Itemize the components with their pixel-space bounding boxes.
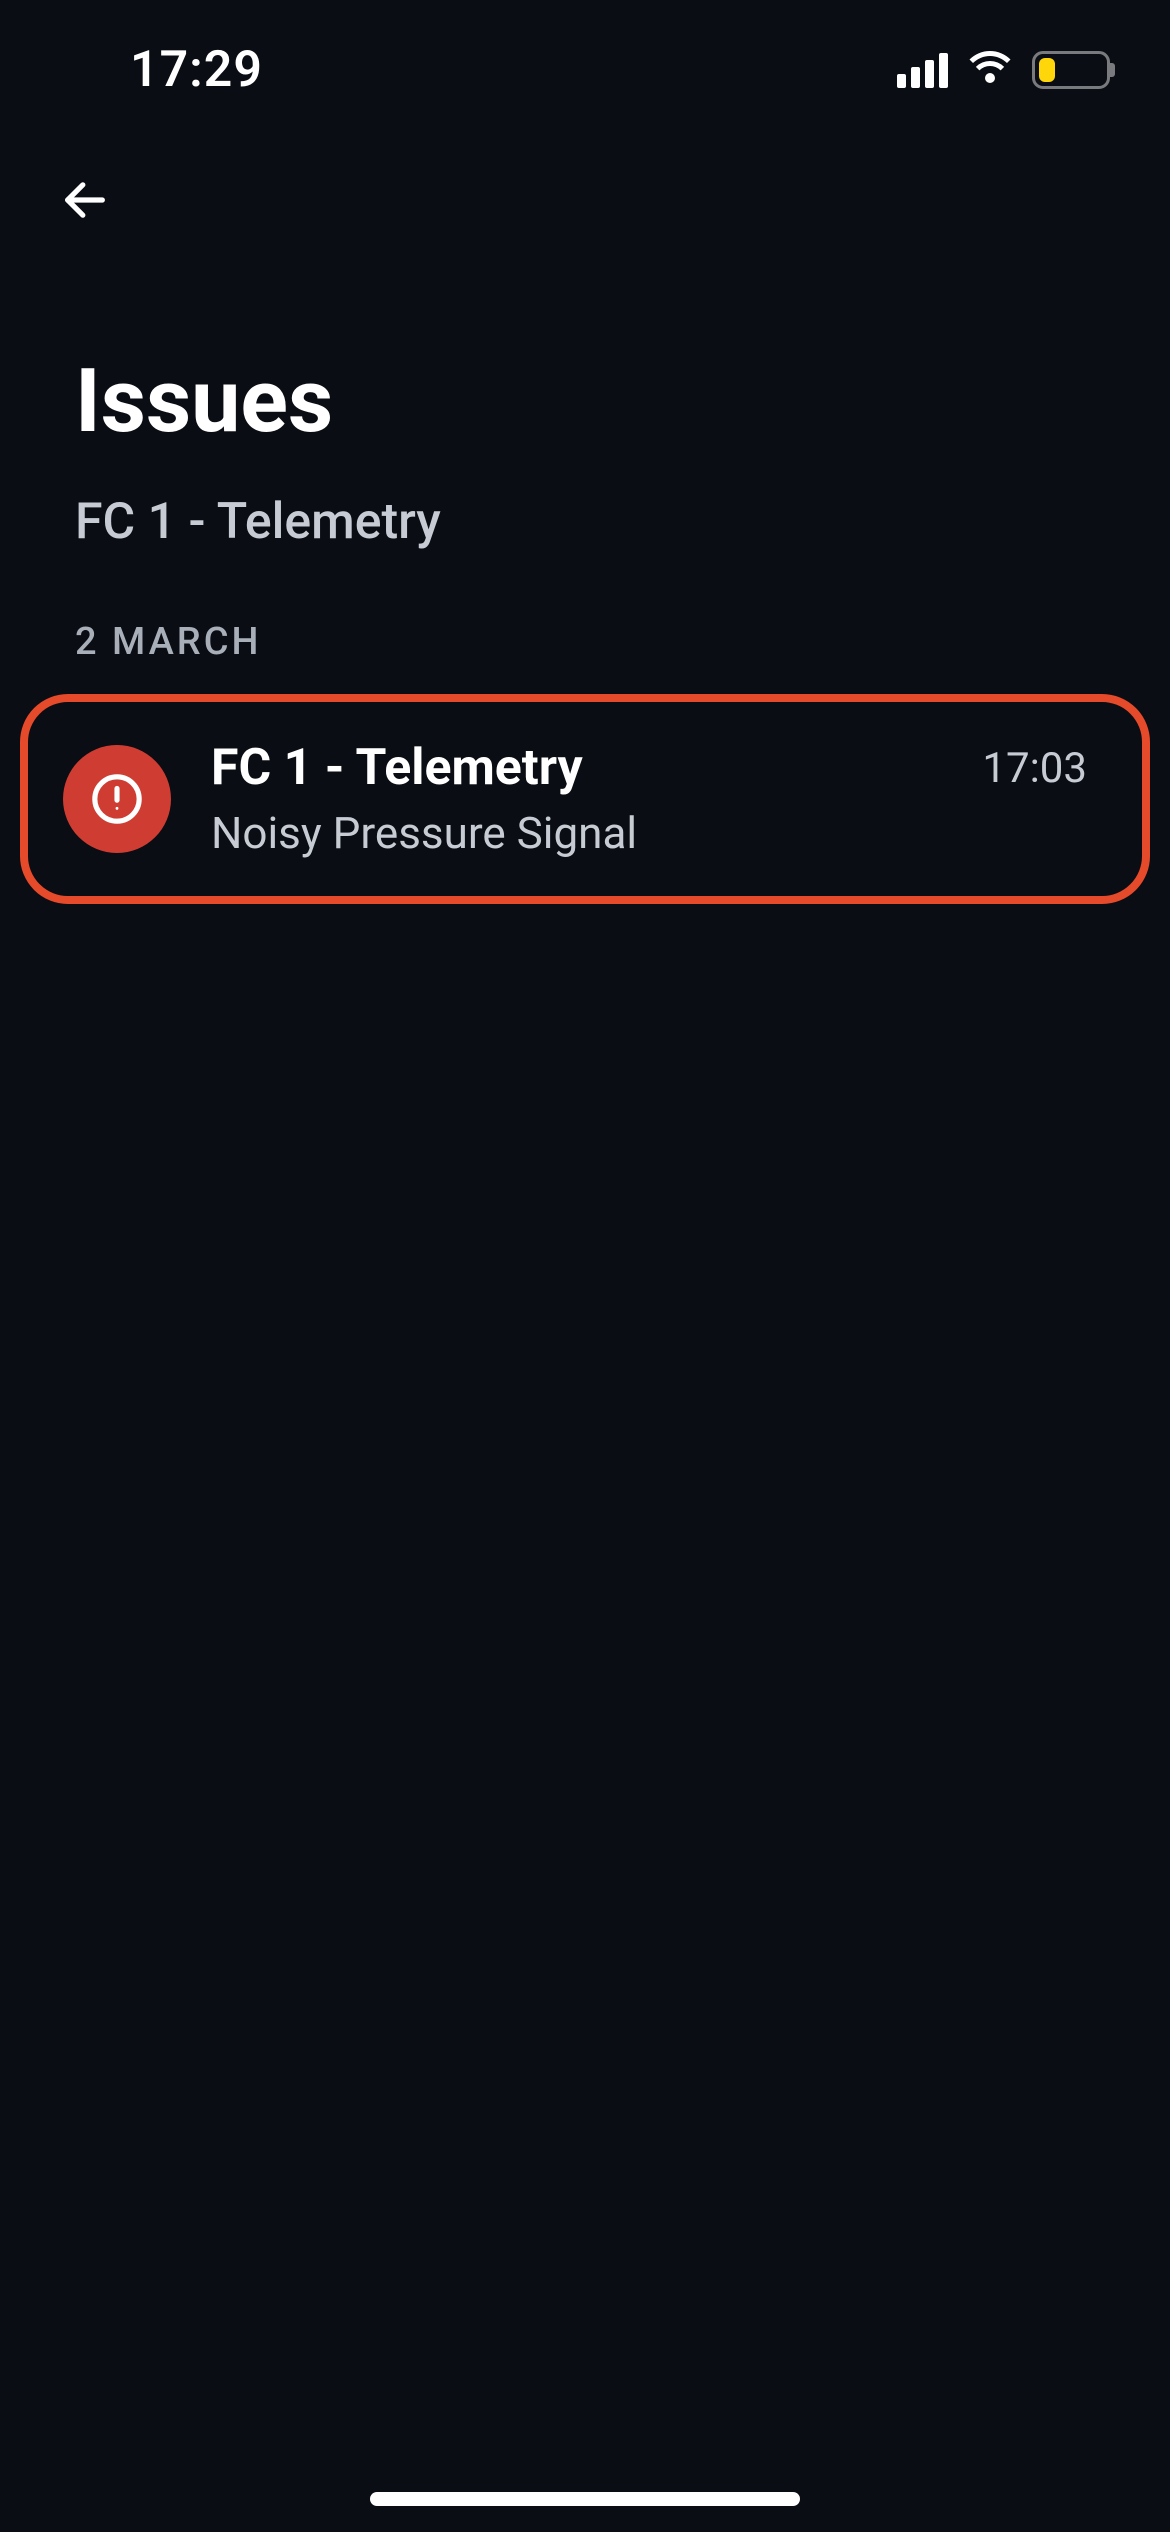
arrow-left-icon — [59, 174, 111, 226]
page-title: Issues — [75, 350, 1095, 453]
issue-time: 17:03 — [982, 744, 1087, 793]
issue-body: FC 1 - Telemetry Noisy Pressure Signal — [211, 739, 942, 859]
page-header: Issues FC 1 - Telemetry — [75, 350, 1095, 551]
status-indicators — [897, 51, 1110, 89]
issue-card[interactable]: FC 1 - Telemetry Noisy Pressure Signal 1… — [20, 694, 1150, 904]
page-subtitle: FC 1 - Telemetry — [75, 493, 1095, 551]
issue-description: Noisy Pressure Signal — [211, 807, 942, 859]
alert-badge — [63, 745, 171, 853]
status-bar: 17:29 — [0, 0, 1170, 140]
wifi-icon — [966, 51, 1014, 89]
battery-icon — [1032, 51, 1110, 89]
date-section-label: 2 MARCH — [75, 620, 1150, 664]
home-indicator — [370, 2492, 800, 2506]
back-button[interactable] — [55, 170, 115, 230]
issues-list: 2 MARCH FC 1 - Telemetry Noisy Pressure … — [0, 620, 1170, 904]
status-time: 17:29 — [130, 41, 263, 99]
alert-icon — [89, 771, 145, 827]
issue-title: FC 1 - Telemetry — [211, 739, 942, 797]
nav-bar — [55, 170, 115, 230]
cellular-icon — [897, 53, 948, 88]
